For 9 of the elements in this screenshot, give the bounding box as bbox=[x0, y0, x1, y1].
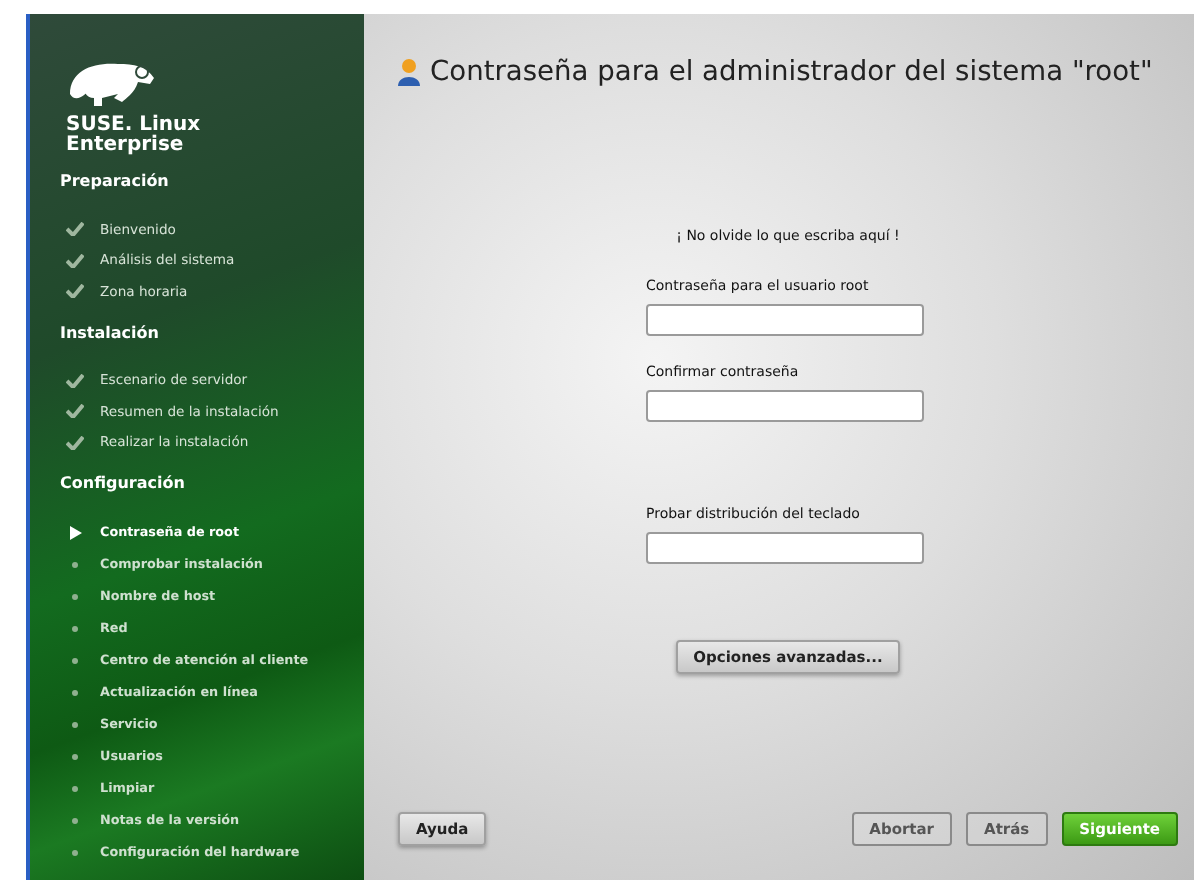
section-title: Preparación bbox=[60, 172, 171, 190]
section-title: Configuración bbox=[60, 474, 187, 492]
product-name: SUSE. Linux Enterprise bbox=[66, 116, 203, 156]
user-icon bbox=[398, 58, 420, 86]
password-field[interactable] bbox=[646, 532, 924, 564]
page-title: Contraseña para el administrador del sistema "root" bbox=[430, 56, 1153, 88]
password-field[interactable] bbox=[646, 390, 924, 422]
section-title: Instalación bbox=[60, 323, 161, 341]
password-field[interactable] bbox=[646, 304, 924, 336]
